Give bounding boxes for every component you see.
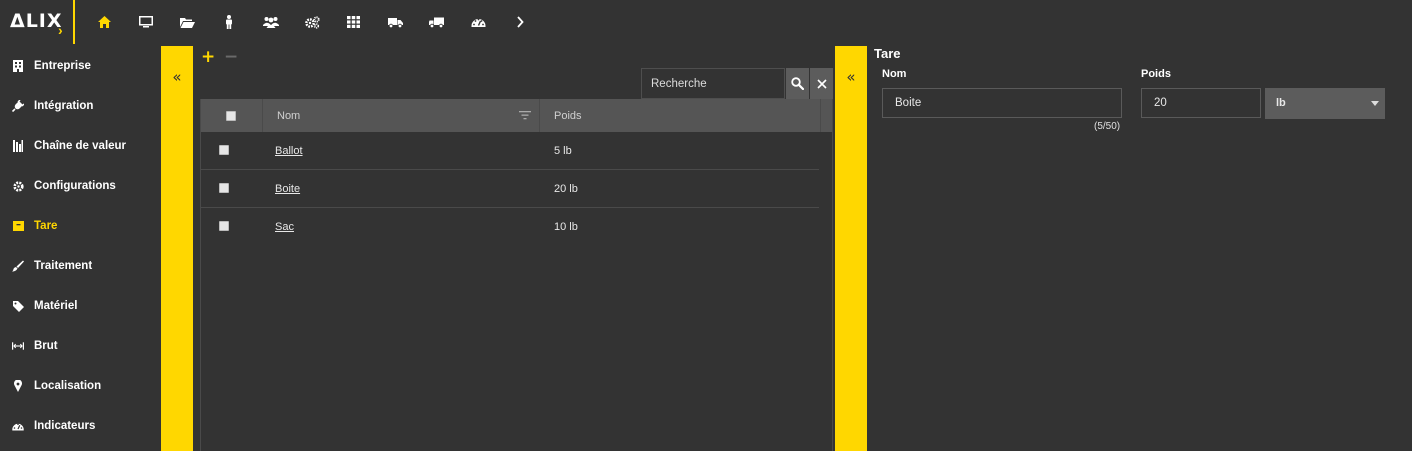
- filter-icon[interactable]: [519, 110, 531, 120]
- folder-open-icon[interactable]: [167, 10, 209, 34]
- gear-icon: [12, 180, 24, 192]
- sidebar-item-label: Chaîne de valeur: [34, 140, 127, 152]
- row-nom-link[interactable]: Ballot: [275, 145, 303, 157]
- detail-title: Tare: [874, 46, 901, 61]
- monitor-icon[interactable]: [126, 10, 168, 34]
- sidebar-item-label: Entreprise: [34, 60, 91, 72]
- clear-search-button[interactable]: [810, 68, 833, 99]
- chevron-right-icon[interactable]: [499, 10, 541, 34]
- poids-label: Poids: [1141, 68, 1171, 80]
- close-icon: [816, 78, 827, 89]
- list-collapse-toggle[interactable]: «: [835, 46, 867, 451]
- sidebar-item-tare[interactable]: Tare: [0, 206, 160, 246]
- row-nom-link[interactable]: Sac: [275, 221, 294, 233]
- sidebar-item-label: Matériel: [34, 300, 78, 312]
- sidebar: Entreprise Intégration Chaîne de valeur …: [0, 46, 160, 446]
- arrows-h-icon: [12, 340, 24, 352]
- top-nav: [84, 10, 541, 34]
- remove-button[interactable]: −: [224, 47, 238, 67]
- logo-chevron-icon: ›: [58, 22, 63, 38]
- column-header-poids[interactable]: Poids: [539, 99, 820, 132]
- add-button[interactable]: +: [201, 47, 215, 67]
- sidebar-item-label: Traitement: [34, 260, 93, 272]
- sidebar-item-label: Indicateurs: [34, 420, 96, 432]
- gears-icon[interactable]: [292, 10, 334, 34]
- sidebar-item-chaine-de-valeur[interactable]: Chaîne de valeur: [0, 126, 160, 166]
- dashboard-icon[interactable]: [458, 10, 500, 34]
- header-checkbox-cell: [201, 99, 261, 132]
- column-header-spacer: [820, 99, 832, 132]
- users-icon[interactable]: [250, 10, 292, 34]
- sidebar-item-label: Localisation: [34, 380, 102, 392]
- box-icon: [12, 220, 24, 232]
- column-header-label: Poids: [554, 109, 582, 122]
- truck-large-icon[interactable]: [416, 10, 458, 34]
- double-chevron-left-icon: «: [846, 68, 856, 86]
- nom-field[interactable]: [882, 88, 1122, 118]
- sidebar-item-integration[interactable]: Intégration: [0, 86, 160, 126]
- sidebar-item-localisation[interactable]: Localisation: [0, 366, 160, 406]
- home-icon[interactable]: [84, 10, 126, 34]
- sidebar-item-configurations[interactable]: Configurations: [0, 166, 160, 206]
- sidebar-item-label: Intégration: [34, 100, 94, 112]
- truck-icon[interactable]: [375, 10, 417, 34]
- double-chevron-left-icon: «: [172, 68, 182, 86]
- brush-icon: [12, 260, 24, 272]
- select-all-checkbox[interactable]: [226, 110, 236, 121]
- unit-select[interactable]: lb: [1265, 88, 1385, 119]
- app-logo[interactable]: ΔLIX ›: [10, 10, 66, 38]
- top-bar: ΔLIX ›: [0, 0, 1412, 44]
- row-poids: 10 lb: [554, 221, 578, 233]
- logo-separator: [73, 0, 75, 44]
- sidebar-item-label: Brut: [34, 340, 58, 352]
- sidebar-item-materiel[interactable]: Matériel: [0, 286, 160, 326]
- sidebar-item-brut[interactable]: Brut: [0, 326, 160, 366]
- logo-text: ΔLIX: [10, 10, 63, 32]
- sidebar-item-label: Configurations: [34, 180, 116, 192]
- row-checkbox[interactable]: [219, 183, 229, 193]
- tare-grid: Nom Poids Ballot 5 lb Boite 20 lb Sac 10…: [200, 99, 833, 451]
- column-header-label: Nom: [277, 109, 301, 122]
- grid-header: Nom Poids: [201, 99, 832, 132]
- search-icon: [791, 77, 804, 90]
- unit-select-value: lb: [1276, 97, 1286, 109]
- table-row[interactable]: Sac 10 lb: [201, 208, 819, 246]
- person-icon[interactable]: [209, 10, 251, 34]
- grid-icon[interactable]: [333, 10, 375, 34]
- poids-field[interactable]: [1141, 88, 1261, 118]
- sidebar-item-label: Tare: [34, 220, 58, 232]
- sidebar-item-traitement[interactable]: Traitement: [0, 246, 160, 286]
- sidebar-item-entreprise[interactable]: Entreprise: [0, 46, 160, 86]
- dashboard-icon: [12, 420, 24, 432]
- table-row[interactable]: Ballot 5 lb: [201, 132, 819, 170]
- nom-label: Nom: [882, 68, 907, 80]
- map-marker-icon: [12, 380, 24, 392]
- row-checkbox[interactable]: [219, 145, 229, 155]
- column-header-nom[interactable]: Nom: [262, 99, 539, 132]
- caret-down-icon: [1371, 101, 1379, 106]
- search-input[interactable]: [641, 68, 785, 99]
- row-poids: 20 lb: [554, 183, 578, 195]
- sidebar-item-indicateurs[interactable]: Indicateurs: [0, 406, 160, 446]
- plug-icon: [12, 100, 24, 112]
- nom-char-counter: (5/50): [1094, 121, 1121, 132]
- tag-icon: [12, 300, 24, 312]
- table-row[interactable]: Boite 20 lb: [201, 170, 819, 208]
- row-checkbox[interactable]: [219, 221, 229, 231]
- value-chain-icon: [12, 140, 24, 152]
- sidebar-collapse-toggle[interactable]: «: [161, 46, 193, 451]
- row-poids: 5 lb: [554, 145, 572, 157]
- search-button[interactable]: [786, 68, 809, 99]
- building-icon: [12, 60, 24, 72]
- row-nom-link[interactable]: Boite: [275, 183, 300, 195]
